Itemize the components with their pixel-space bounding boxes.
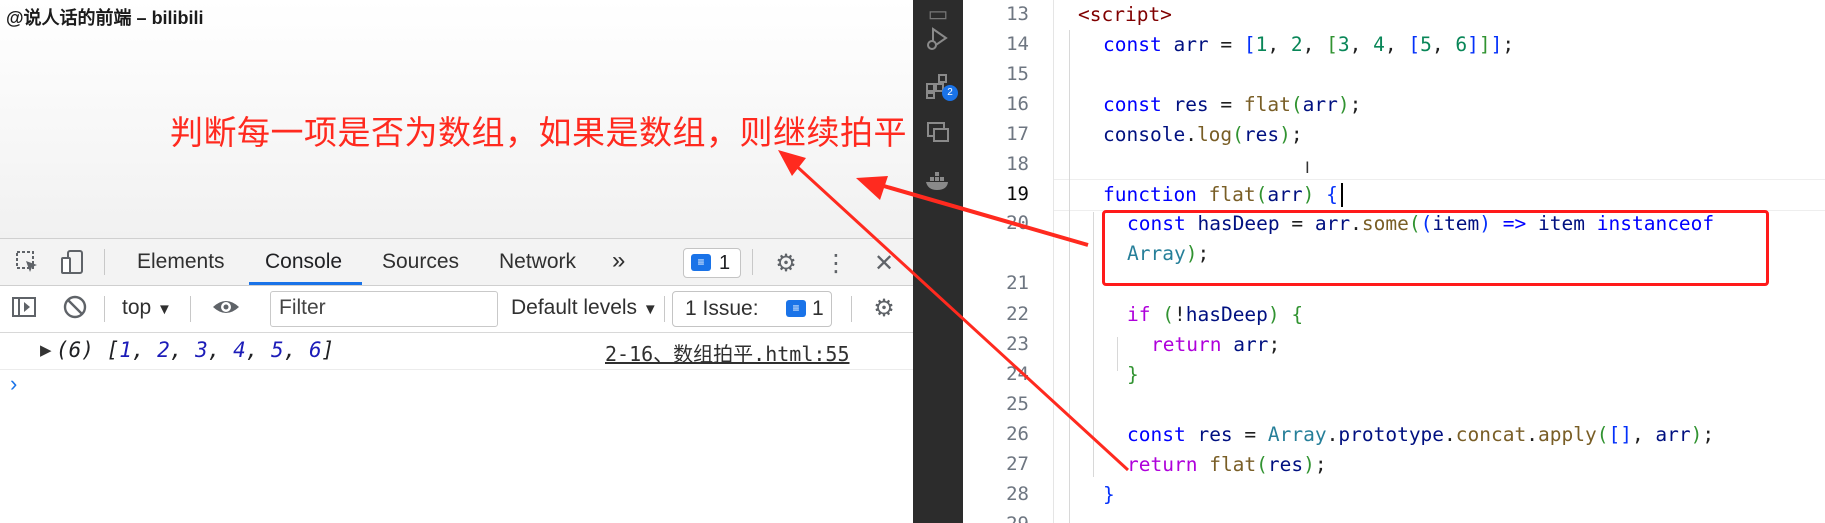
arrow-to-text-2 <box>778 150 1130 472</box>
annotation-arrows <box>778 150 1130 472</box>
arrow-to-text-1 <box>856 176 1089 247</box>
